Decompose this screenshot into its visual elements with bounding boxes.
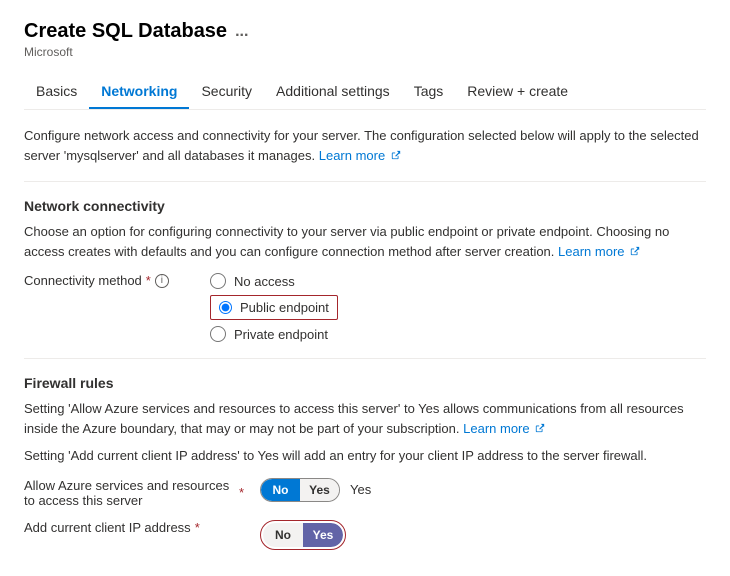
add-client-ip-toggle[interactable]: No Yes bbox=[263, 523, 343, 547]
radio-no-access-input[interactable] bbox=[210, 273, 226, 289]
add-client-ip-highlight: No Yes bbox=[260, 520, 346, 550]
radio-public-endpoint-label: Public endpoint bbox=[240, 300, 329, 315]
page-header: Create SQL Database ... Microsoft bbox=[24, 20, 706, 59]
page-title: Create SQL Database bbox=[24, 20, 227, 43]
network-connectivity-section: Network connectivity Choose an option fo… bbox=[24, 198, 706, 342]
allow-azure-no[interactable]: No bbox=[261, 479, 300, 501]
tab-networking[interactable]: Networking bbox=[89, 75, 189, 109]
connectivity-method-label: Connectivity method * i bbox=[24, 273, 194, 288]
tab-tags[interactable]: Tags bbox=[402, 75, 456, 109]
tab-security[interactable]: Security bbox=[189, 75, 264, 109]
page-subtitle: Microsoft bbox=[24, 45, 706, 59]
firewall-description-1: Setting 'Allow Azure services and resour… bbox=[24, 399, 706, 438]
connectivity-learn-more-link[interactable]: Learn more bbox=[558, 244, 624, 259]
allow-azure-yes[interactable]: Yes bbox=[300, 479, 339, 501]
add-client-ip-no[interactable]: No bbox=[263, 523, 303, 547]
connectivity-method-row: Connectivity method * i No access Public… bbox=[24, 273, 706, 342]
section-divider-1 bbox=[24, 181, 706, 182]
connectivity-radio-group: No access Public endpoint Private endpoi… bbox=[210, 273, 338, 342]
firewall-rules-title: Firewall rules bbox=[24, 375, 706, 391]
add-client-ip-toggle-container[interactable]: No Yes bbox=[260, 520, 346, 550]
ellipsis-menu[interactable]: ... bbox=[235, 23, 248, 41]
firewall-rules-section: Firewall rules Setting 'Allow Azure serv… bbox=[24, 375, 706, 550]
firewall-learn-more-link[interactable]: Learn more bbox=[463, 421, 529, 436]
network-connectivity-title: Network connectivity bbox=[24, 198, 706, 214]
tab-bar: Basics Networking Security Additional se… bbox=[24, 75, 706, 110]
radio-public-endpoint-input[interactable] bbox=[219, 301, 232, 314]
tab-review-create[interactable]: Review + create bbox=[455, 75, 580, 109]
firewall-external-link-icon bbox=[535, 423, 545, 433]
radio-private-endpoint[interactable]: Private endpoint bbox=[210, 326, 338, 342]
add-client-ip-label: Add current client IP address * bbox=[24, 520, 244, 535]
intro-learn-more-link[interactable]: Learn more bbox=[319, 148, 385, 163]
add-client-ip-yes[interactable]: Yes bbox=[303, 523, 343, 547]
firewall-description-2: Setting 'Add current client IP address' … bbox=[24, 446, 706, 466]
allow-azure-yes-label: Yes bbox=[350, 482, 371, 497]
intro-description: Configure network access and connectivit… bbox=[24, 126, 706, 165]
radio-private-endpoint-label: Private endpoint bbox=[234, 327, 328, 342]
add-client-ip-required-star: * bbox=[195, 520, 200, 535]
allow-azure-required-star: * bbox=[239, 485, 244, 500]
connectivity-required-star: * bbox=[146, 273, 151, 288]
allow-azure-row: Allow Azure services and resources to ac… bbox=[24, 478, 706, 508]
allow-azure-toggle[interactable]: No Yes bbox=[260, 478, 340, 502]
connectivity-info-icon[interactable]: i bbox=[155, 274, 169, 288]
tab-basics[interactable]: Basics bbox=[24, 75, 89, 109]
tab-additional-settings[interactable]: Additional settings bbox=[264, 75, 402, 109]
radio-no-access-label: No access bbox=[234, 274, 295, 289]
radio-no-access[interactable]: No access bbox=[210, 273, 338, 289]
external-link-icon bbox=[391, 150, 401, 160]
radio-private-endpoint-input[interactable] bbox=[210, 326, 226, 342]
network-connectivity-description: Choose an option for configuring connect… bbox=[24, 222, 706, 261]
connectivity-external-link-icon bbox=[630, 246, 640, 256]
add-client-ip-row: Add current client IP address * No Yes bbox=[24, 520, 706, 550]
intro-section: Configure network access and connectivit… bbox=[24, 126, 706, 165]
allow-azure-label: Allow Azure services and resources to ac… bbox=[24, 478, 244, 508]
section-divider-2 bbox=[24, 358, 706, 359]
allow-azure-toggle-container[interactable]: No Yes Yes bbox=[260, 478, 371, 502]
radio-public-endpoint-highlight: Public endpoint bbox=[210, 295, 338, 320]
